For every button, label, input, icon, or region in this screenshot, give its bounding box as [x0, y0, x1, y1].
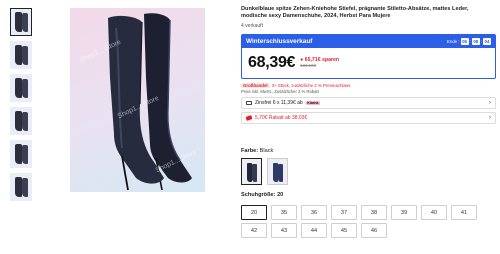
thumbnail-3[interactable] [10, 74, 32, 102]
price-note: Preis inkl. MwSt., Zusätzlicher 2 % Raba… [241, 88, 319, 94]
size-option[interactable]: 37 [331, 205, 357, 220]
product-info: Dunkelblaue spitze Zehen-Kniehohe Stiefe… [241, 6, 496, 124]
thumbnail-list [10, 8, 32, 206]
coupon-icon [245, 114, 253, 121]
wholesale-text: 3+ Stück, zusätzliche 2 % Preisnachlass [271, 82, 351, 88]
sold-count: 4 verkauft [241, 22, 263, 29]
color-label-text: Farbe: [241, 148, 259, 154]
size-label: Schuhgröße: 20 [241, 192, 283, 198]
sale-box: Winterschlussverkauf Ende : 05 : 08 : 04… [241, 33, 496, 79]
installments-row[interactable]: Zinsfrei 6 x 11,39€ ab Klarna › [241, 96, 496, 109]
size-option[interactable]: 41 [451, 205, 477, 220]
chevron-right-icon: › [489, 114, 491, 121]
countdown-timer: Ende : 05 : 08 : 04 [446, 37, 491, 45]
installments-text: Zinsfrei 6 x 11,39€ ab [255, 99, 303, 106]
old-price: 134,10€ [300, 63, 317, 69]
thumbnail-6[interactable] [10, 173, 32, 201]
boots-illustration [108, 13, 192, 191]
size-option[interactable]: 43 [271, 223, 297, 238]
chevron-right-icon: › [489, 99, 491, 106]
size-options: 20 35 36 37 38 39 40 41 42 43 44 45 46 [241, 205, 481, 238]
wholesale-promo: Großhandel 3+ Stück, zusätzliche 2 % Pre… [241, 82, 496, 88]
coupon-row[interactable]: 5,70€ Rabatt ab 38,03€ › [241, 111, 496, 124]
thumbnail-1[interactable] [10, 8, 32, 36]
size-value: 20 [277, 192, 284, 198]
size-option[interactable]: 39 [391, 205, 417, 220]
size-option[interactable]: 44 [301, 223, 327, 238]
color-label: Farbe: Black [241, 148, 273, 154]
card-icon [246, 100, 252, 105]
size-option[interactable]: 38 [361, 205, 387, 220]
color-value: Black [259, 148, 274, 154]
timer-label: Ende : [446, 38, 460, 44]
timer-minutes: 08 [471, 37, 480, 45]
sale-title: Winterschlussverkauf [246, 37, 313, 45]
size-option[interactable]: 36 [301, 205, 327, 220]
timer-seconds: 04 [483, 37, 491, 45]
klarna-badge: Klarna [305, 100, 320, 105]
wholesale-tag: Großhandel [241, 82, 270, 88]
size-label-text: Schuhgröße: [241, 192, 276, 198]
color-swatch-black[interactable] [241, 158, 262, 185]
thumbnail-2[interactable] [10, 41, 32, 69]
color-swatch-navy[interactable] [267, 158, 288, 185]
current-price: 68,39€ [248, 53, 296, 71]
thumbnail-5[interactable] [10, 140, 32, 168]
main-product-image[interactable]: Shop1... Store Shop1... Store Shop1... S… [70, 8, 205, 192]
product-title: Dunkelblaue spitze Zehen-Kniehohe Stiefe… [241, 6, 469, 20]
size-option[interactable]: 46 [361, 223, 387, 238]
size-option[interactable]: 20 [241, 205, 267, 220]
price-block: 68,39€ ● 65,71€ sparen 134,10€ [242, 48, 495, 78]
timer-hours: 05 [460, 37, 469, 45]
size-option[interactable]: 35 [271, 205, 297, 220]
size-option[interactable]: 42 [241, 223, 267, 238]
thumbnail-4[interactable] [10, 107, 32, 135]
color-options [241, 158, 288, 185]
sale-header: Winterschlussverkauf Ende : 05 : 08 : 04 [242, 34, 495, 48]
size-option[interactable]: 40 [421, 205, 447, 220]
size-option[interactable]: 45 [331, 223, 357, 238]
coupon-text: 5,70€ Rabatt ab 38,03€ [255, 114, 308, 121]
